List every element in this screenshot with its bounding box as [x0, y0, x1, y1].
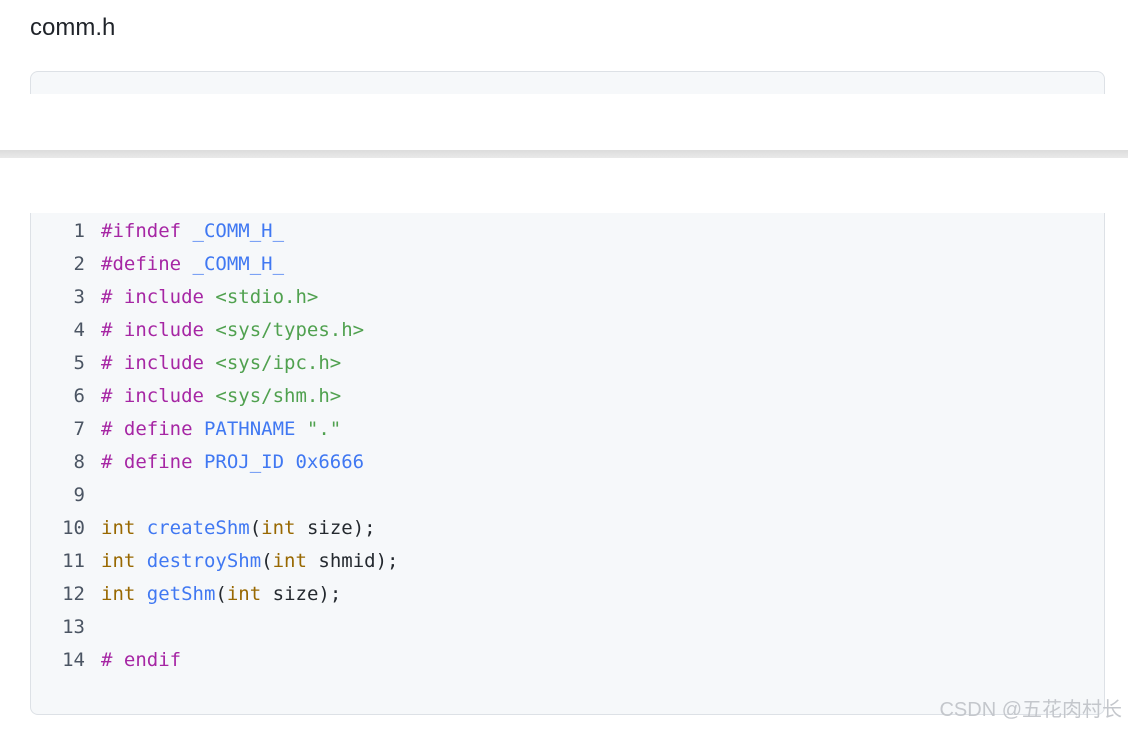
code-line: 3 # include <stdio.h>	[31, 281, 1104, 314]
code-token: <sys/types.h>	[215, 319, 365, 341]
code-token: PROJ_ID 0x6666	[203, 451, 365, 473]
code-text: # include <sys/types.h>	[101, 314, 1104, 347]
sticky-header-overlay	[0, 94, 1128, 150]
line-number: 6	[73, 385, 85, 407]
code-token: #ifndef	[101, 220, 193, 242]
line-number: 2	[73, 253, 85, 275]
code-line: 12 int getShm(int size);	[31, 578, 1104, 611]
code-text: # define PROJ_ID 0x6666	[101, 446, 1104, 479]
line-number: 5	[73, 352, 85, 374]
code-token: destroyShm	[146, 550, 262, 572]
line-number: 12	[62, 583, 85, 605]
code-line: 13	[31, 611, 1104, 644]
code-line: 9	[31, 479, 1104, 512]
code-line: 6 # include <sys/shm.h>	[31, 380, 1104, 413]
code-lines: 1 #ifndef _COMM_H_ 2 #define _COMM_H_ 3 # inc…	[31, 215, 1104, 677]
code-token: int	[101, 550, 147, 572]
code-line: 2 #define _COMM_H_	[31, 248, 1104, 281]
line-number: 9	[73, 484, 85, 506]
code-text: # include <stdio.h>	[101, 281, 1104, 314]
code-text: int getShm(int size);	[101, 578, 1104, 611]
header-shadow	[0, 150, 1128, 158]
code-line: 1 #ifndef _COMM_H_	[31, 215, 1104, 248]
code-line: 11 int destroyShm(int shmid);	[31, 545, 1104, 578]
line-number: 11	[62, 550, 85, 572]
code-line: 7 # define PATHNAME "."	[31, 413, 1104, 446]
code-token: <stdio.h>	[215, 286, 319, 308]
code-block: 1 #ifndef _COMM_H_ 2 #define _COMM_H_ 3 # inc…	[30, 213, 1105, 715]
code-text: #ifndef _COMM_H_	[101, 215, 1104, 248]
code-token: (	[249, 517, 262, 539]
code-token: shmid);	[306, 550, 399, 572]
code-text: #define _COMM_H_	[101, 248, 1104, 281]
code-token: (	[215, 583, 227, 605]
line-number: 10	[62, 517, 85, 539]
code-token: <sys/ipc.h>	[215, 352, 342, 374]
code-token: PATHNAME	[203, 418, 307, 440]
code-token: size);	[295, 517, 376, 539]
code-token: int	[101, 583, 147, 605]
watermark: CSDN @五花肉村长	[939, 699, 1122, 721]
code-token: int	[101, 517, 147, 539]
code-token: "."	[306, 418, 342, 440]
code-token: # include	[101, 286, 216, 308]
line-number: 4	[73, 319, 85, 341]
code-token: _COMM_H_	[192, 253, 285, 275]
code-token: createShm	[146, 517, 250, 539]
line-number: 8	[73, 451, 85, 473]
code-token: int	[226, 583, 262, 605]
code-line: 14 # endif	[31, 644, 1104, 677]
code-token: size);	[261, 583, 342, 605]
code-token: # include	[101, 385, 216, 407]
code-text: int createShm(int size);	[101, 512, 1104, 545]
line-number: 3	[73, 286, 85, 308]
code-text: # define PATHNAME "."	[101, 413, 1104, 446]
code-text: int destroyShm(int shmid);	[101, 545, 1104, 578]
code-line: 5 # include <sys/ipc.h>	[31, 347, 1104, 380]
code-line: 4 # include <sys/types.h>	[31, 314, 1104, 347]
code-token: _COMM_H_	[192, 220, 285, 242]
line-number: 1	[73, 220, 85, 242]
code-line: 10 int createShm(int size);	[31, 512, 1104, 545]
file-title: comm.h	[30, 14, 116, 41]
code-text: # include <sys/ipc.h>	[101, 347, 1104, 380]
line-number: 14	[62, 649, 85, 671]
code-token: (	[261, 550, 273, 572]
code-token: <sys/shm.h>	[215, 385, 342, 407]
content-gap	[0, 158, 1128, 213]
line-number: 13	[62, 616, 85, 638]
line-number: 7	[73, 418, 85, 440]
code-token: #define	[101, 253, 193, 275]
code-token: # include	[101, 319, 216, 341]
code-token: # include	[101, 352, 216, 374]
code-token: # define	[101, 418, 204, 440]
code-token: int	[272, 550, 307, 572]
code-line: 8 # define PROJ_ID 0x6666	[31, 446, 1104, 479]
code-token: int	[261, 517, 296, 539]
code-text: # endif	[101, 644, 1104, 677]
code-token: # define	[101, 451, 204, 473]
code-text: # include <sys/shm.h>	[101, 380, 1104, 413]
code-token: # endif	[101, 649, 182, 671]
code-token: getShm	[146, 583, 216, 605]
